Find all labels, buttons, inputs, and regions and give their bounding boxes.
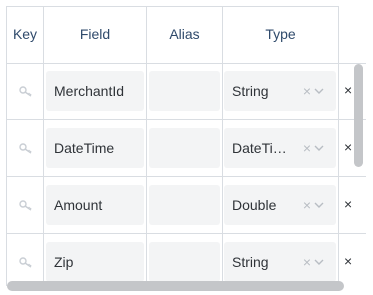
key-icon[interactable] [19,85,35,97]
chevron-down-icon[interactable] [314,145,324,152]
header-key[interactable]: Key [7,26,43,42]
type-value: String [232,254,269,270]
type-value: Double [232,197,277,213]
type-value: DateTi… [232,140,287,156]
grid-line [6,6,338,7]
type-select[interactable]: String × [224,242,336,282]
header-alias[interactable]: Alias [147,26,222,42]
vertical-scrollbar-thumb[interactable] [354,64,363,167]
key-icon[interactable] [19,199,35,211]
clear-icon[interactable]: × [303,255,311,269]
field-input[interactable]: DateTime [46,128,144,168]
delete-row-icon[interactable]: × [344,140,352,154]
grid-line [222,6,223,286]
type-select[interactable]: Double × [224,185,336,225]
key-icon[interactable] [19,142,35,154]
grid-line [6,6,7,286]
chevron-down-icon[interactable] [314,259,324,266]
field-input[interactable]: Zip [46,242,144,282]
header-type[interactable]: Type [223,26,338,42]
grid-line [43,6,44,286]
type-select[interactable]: String × [224,71,336,111]
chevron-down-icon[interactable] [314,88,324,95]
chevron-down-icon[interactable] [314,202,324,209]
alias-input[interactable] [149,185,220,225]
grid-line [6,119,366,120]
alias-input[interactable] [149,242,220,282]
header-field[interactable]: Field [44,26,146,42]
delete-row-icon[interactable]: × [344,254,352,268]
key-icon[interactable] [19,256,35,268]
clear-icon[interactable]: × [303,141,311,155]
delete-row-icon[interactable]: × [344,197,352,211]
clear-icon[interactable]: × [303,84,311,98]
type-value: String [232,83,269,99]
grid-line [338,6,339,286]
alias-input[interactable] [149,128,220,168]
grid-line [6,233,366,234]
grid-line [146,6,147,286]
alias-input[interactable] [149,71,220,111]
field-input[interactable]: MerchantId [46,71,144,111]
grid-line [6,176,366,177]
field-input[interactable]: Amount [46,185,144,225]
type-select[interactable]: DateTi… × [224,128,336,168]
grid-line [6,63,366,64]
schema-grid: Key Field Alias Type MerchantId String ×… [0,0,373,295]
clear-icon[interactable]: × [303,198,311,212]
delete-row-icon[interactable]: × [344,83,352,97]
horizontal-scrollbar-thumb[interactable] [7,281,344,291]
